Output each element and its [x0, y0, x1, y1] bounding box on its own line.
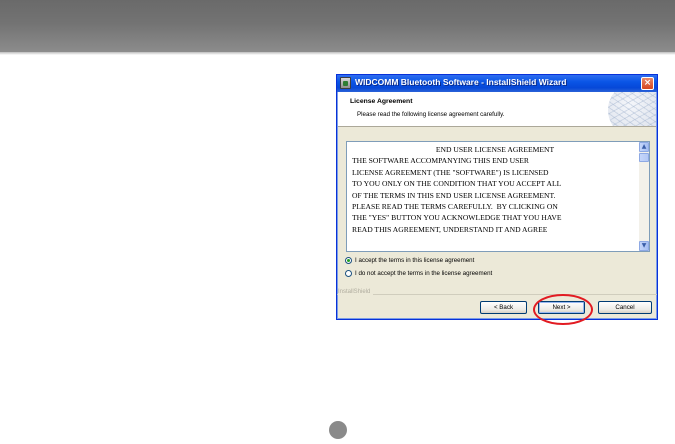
- decline-option[interactable]: I do not accept the terms in the license…: [345, 268, 492, 278]
- app-icon: [340, 77, 351, 89]
- license-line: THE "YES" BUTTON YOU ACKNOWLEDGE THAT YO…: [352, 213, 562, 223]
- wizard-header: License Agreement Please read the follow…: [338, 92, 656, 127]
- accept-radio[interactable]: [345, 256, 352, 264]
- license-line: READ THIS AGREEMENT, UNDERSTAND IT AND A…: [352, 224, 548, 234]
- header-subtitle: Please read the following license agreem…: [357, 111, 505, 118]
- license-line: TO YOU ONLY ON THE CONDITION THAT YOU AC…: [352, 179, 562, 189]
- globe-icon: [608, 92, 656, 126]
- license-line: LICENSE AGREEMENT (THE "SOFTWARE") IS LI…: [352, 167, 549, 177]
- license-line: PLEASE READ THE TERMS CAREFULLY. BY CLIC…: [352, 202, 558, 212]
- header-title: License Agreement: [350, 98, 413, 105]
- scroll-thumb[interactable]: [639, 153, 649, 162]
- window-title: WIDCOMM Bluetooth Software - InstallShie…: [355, 77, 567, 87]
- decline-radio[interactable]: [345, 269, 352, 277]
- page-dot-icon: [329, 421, 347, 439]
- decline-label[interactable]: I do not accept the terms in the license…: [355, 270, 492, 277]
- footer-divider: [337, 294, 657, 295]
- installshield-wizard-window: WIDCOMM Bluetooth Software - InstallShie…: [336, 74, 658, 320]
- banner-divider: [0, 52, 675, 55]
- license-line: THE SOFTWARE ACCOMPANYING THIS END USER: [352, 156, 529, 166]
- cancel-button[interactable]: Cancel: [598, 301, 652, 314]
- scroll-up-icon[interactable]: ▲: [639, 142, 649, 152]
- vertical-scrollbar[interactable]: ▲ ▼: [639, 142, 649, 251]
- title-bar[interactable]: WIDCOMM Bluetooth Software - InstallShie…: [337, 75, 657, 92]
- license-line: OF THE TERMS IN THIS END USER LICENSE AG…: [352, 190, 556, 200]
- installshield-label: InstallShield: [338, 289, 374, 295]
- license-heading: END USER LICENSE AGREEMENT: [435, 145, 555, 154]
- license-text: END USER LICENSE AGREEMENT THE SOFTWARE A…: [352, 144, 638, 235]
- close-icon[interactable]: ×: [641, 77, 654, 90]
- scroll-down-icon[interactable]: ▼: [639, 241, 649, 251]
- license-text-box[interactable]: END USER LICENSE AGREEMENT THE SOFTWARE A…: [346, 141, 650, 252]
- top-banner: [0, 0, 675, 52]
- accept-label[interactable]: I accept the terms in this license agree…: [355, 257, 474, 264]
- next-highlight-ring: [533, 294, 593, 325]
- accept-option[interactable]: I accept the terms in this license agree…: [345, 255, 474, 265]
- back-button[interactable]: < Back: [480, 301, 527, 314]
